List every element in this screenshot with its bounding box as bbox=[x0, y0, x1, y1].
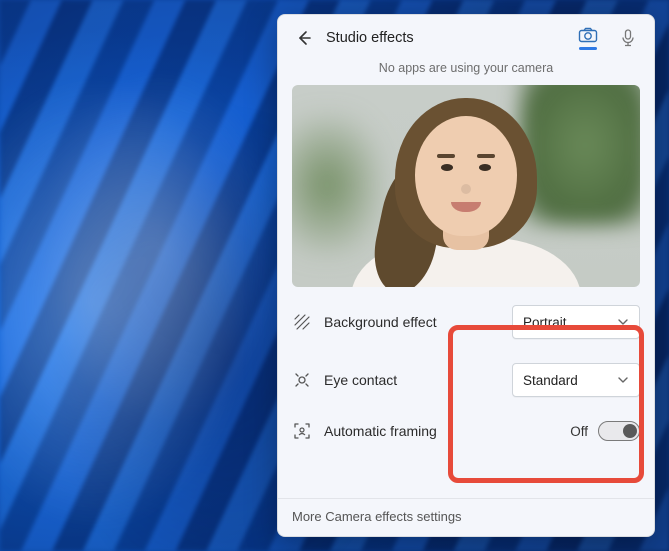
flyout-header: Studio effects bbox=[278, 15, 654, 57]
background-effect-value: Portrait bbox=[523, 315, 567, 330]
camera-tab[interactable] bbox=[576, 23, 600, 53]
more-settings-label: More Camera effects settings bbox=[292, 509, 462, 524]
eye-contact-icon bbox=[292, 370, 312, 390]
automatic-framing-icon bbox=[292, 421, 312, 441]
automatic-framing-state: Off bbox=[570, 424, 588, 439]
back-button[interactable] bbox=[292, 26, 316, 50]
eye-contact-row: Eye contact Standard bbox=[292, 357, 640, 403]
chevron-down-icon bbox=[617, 374, 629, 386]
automatic-framing-toggle[interactable] bbox=[598, 421, 640, 441]
camera-preview bbox=[292, 85, 640, 287]
more-settings-link[interactable]: More Camera effects settings bbox=[278, 498, 654, 536]
background-effect-label: Background effect bbox=[324, 314, 500, 330]
header-tabs bbox=[576, 23, 640, 53]
automatic-framing-label: Automatic framing bbox=[324, 423, 500, 439]
background-effect-row: Background effect Portrait bbox=[292, 299, 640, 345]
microphone-tab[interactable] bbox=[616, 23, 640, 53]
toggle-knob bbox=[623, 424, 637, 438]
eye-contact-value: Standard bbox=[523, 373, 578, 388]
eye-contact-label: Eye contact bbox=[324, 372, 500, 388]
camera-status-text: No apps are using your camera bbox=[278, 57, 654, 85]
page-title: Studio effects bbox=[326, 30, 414, 46]
eye-contact-dropdown[interactable]: Standard bbox=[512, 363, 640, 397]
chevron-down-icon bbox=[617, 316, 629, 328]
background-effect-dropdown[interactable]: Portrait bbox=[512, 305, 640, 339]
arrow-left-icon bbox=[296, 30, 312, 46]
active-tab-indicator bbox=[579, 47, 597, 50]
automatic-framing-row: Automatic framing Off bbox=[292, 415, 640, 447]
background-effect-icon bbox=[292, 312, 312, 332]
camera-icon bbox=[578, 27, 598, 43]
microphone-icon bbox=[621, 29, 635, 47]
settings-list: Background effect Portrait Eye contact S… bbox=[278, 299, 654, 447]
studio-effects-flyout: Studio effects No apps are us bbox=[277, 14, 655, 537]
